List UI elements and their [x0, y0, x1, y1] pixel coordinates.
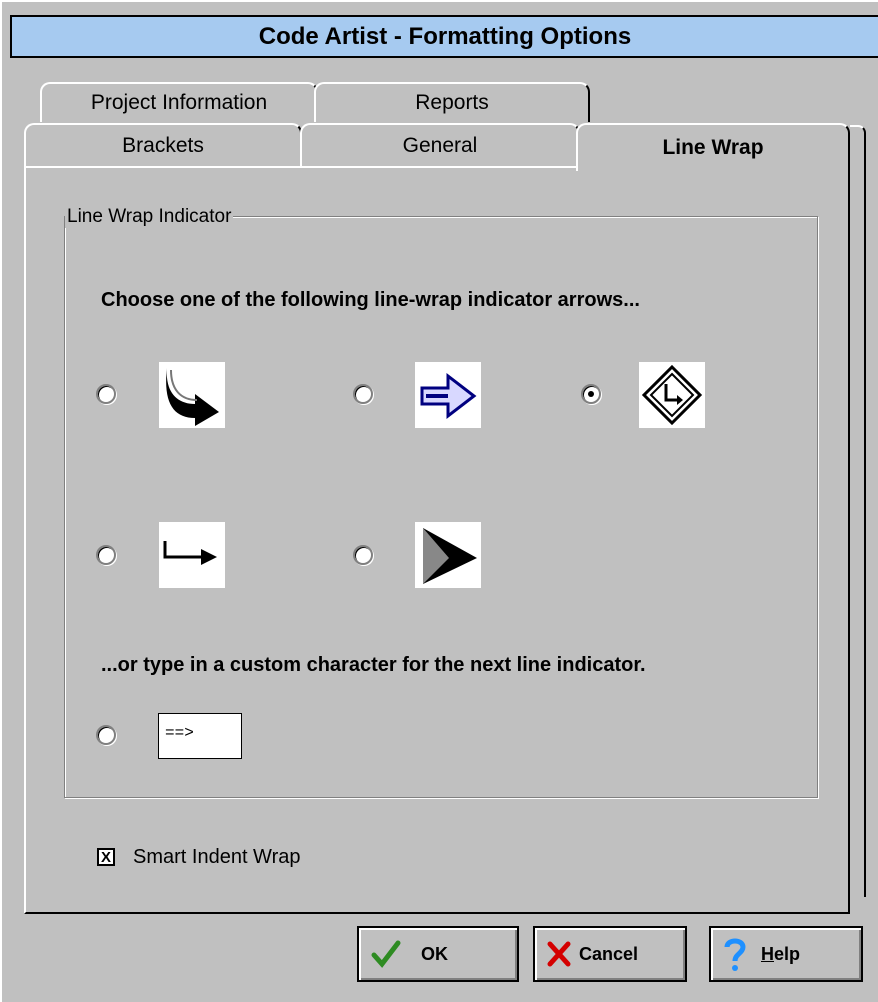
smart-indent-checkbox[interactable]: X [97, 848, 115, 866]
help-button[interactable]: Help [709, 926, 863, 982]
tab-label: Reports [415, 91, 489, 114]
hook-arrow-icon [163, 541, 217, 565]
dialog-window: Code Artist - Formatting Options Project… [0, 0, 878, 1002]
radio-curved-arrow[interactable] [96, 384, 116, 404]
curved-arrow-icon[interactable] [159, 362, 225, 428]
diamond-turn-sign-icon[interactable] [639, 362, 705, 428]
hook-arrow-icon[interactable] [159, 522, 225, 588]
cancel-label: Cancel [579, 943, 639, 964]
hollow-blue-arrow-icon [420, 372, 477, 420]
ok-label: OK [421, 943, 448, 964]
checkbox-mark: X [100, 848, 111, 866]
x-icon [547, 941, 571, 967]
arrow-prompt: Choose one of the following line-wrap in… [101, 289, 640, 311]
radio-diamond-sign[interactable] [581, 384, 601, 404]
window-title: Code Artist - Formatting Options [258, 22, 632, 50]
tab-frame-edge [24, 166, 577, 168]
tab-project-information[interactable]: Project Information [40, 82, 318, 122]
help-label: Help [761, 943, 801, 964]
radio-custom-character[interactable] [96, 725, 116, 745]
tab-brackets[interactable]: Brackets [24, 123, 302, 167]
ok-button[interactable]: OK [357, 926, 519, 982]
tab-reports[interactable]: Reports [314, 82, 590, 122]
tab-general[interactable]: General [300, 123, 580, 167]
checkmark-icon [371, 940, 401, 968]
curved-arrow-icon [166, 368, 219, 426]
triangle-pointer-icon[interactable] [415, 522, 481, 588]
groupbox-legend: Line Wrap Indicator [65, 206, 234, 228]
tab-label: General [402, 134, 478, 157]
radio-hook-arrow[interactable] [96, 545, 116, 565]
radio-hollow-blue-arrow[interactable] [353, 384, 373, 404]
tab-stack-edge [850, 125, 866, 897]
tab-line-wrap[interactable]: Line Wrap [576, 123, 850, 171]
smart-indent-label: Smart Indent Wrap [133, 846, 301, 868]
triangle-pointer-icon [423, 528, 477, 584]
radio-triangle-pointer[interactable] [353, 545, 373, 565]
question-icon [723, 937, 747, 971]
tab-label: Brackets [122, 134, 204, 157]
cancel-button[interactable]: Cancel [533, 926, 687, 982]
hollow-blue-arrow-icon[interactable] [415, 362, 481, 428]
diamond-turn-sign-icon [641, 364, 703, 426]
tab-label: Project Information [90, 91, 268, 114]
custom-prompt: ...or type in a custom character for the… [101, 654, 646, 676]
custom-indicator-input[interactable]: ==> [158, 713, 242, 759]
tab-label: Line Wrap [662, 136, 764, 159]
title-bar[interactable]: Code Artist - Formatting Options [10, 15, 878, 58]
